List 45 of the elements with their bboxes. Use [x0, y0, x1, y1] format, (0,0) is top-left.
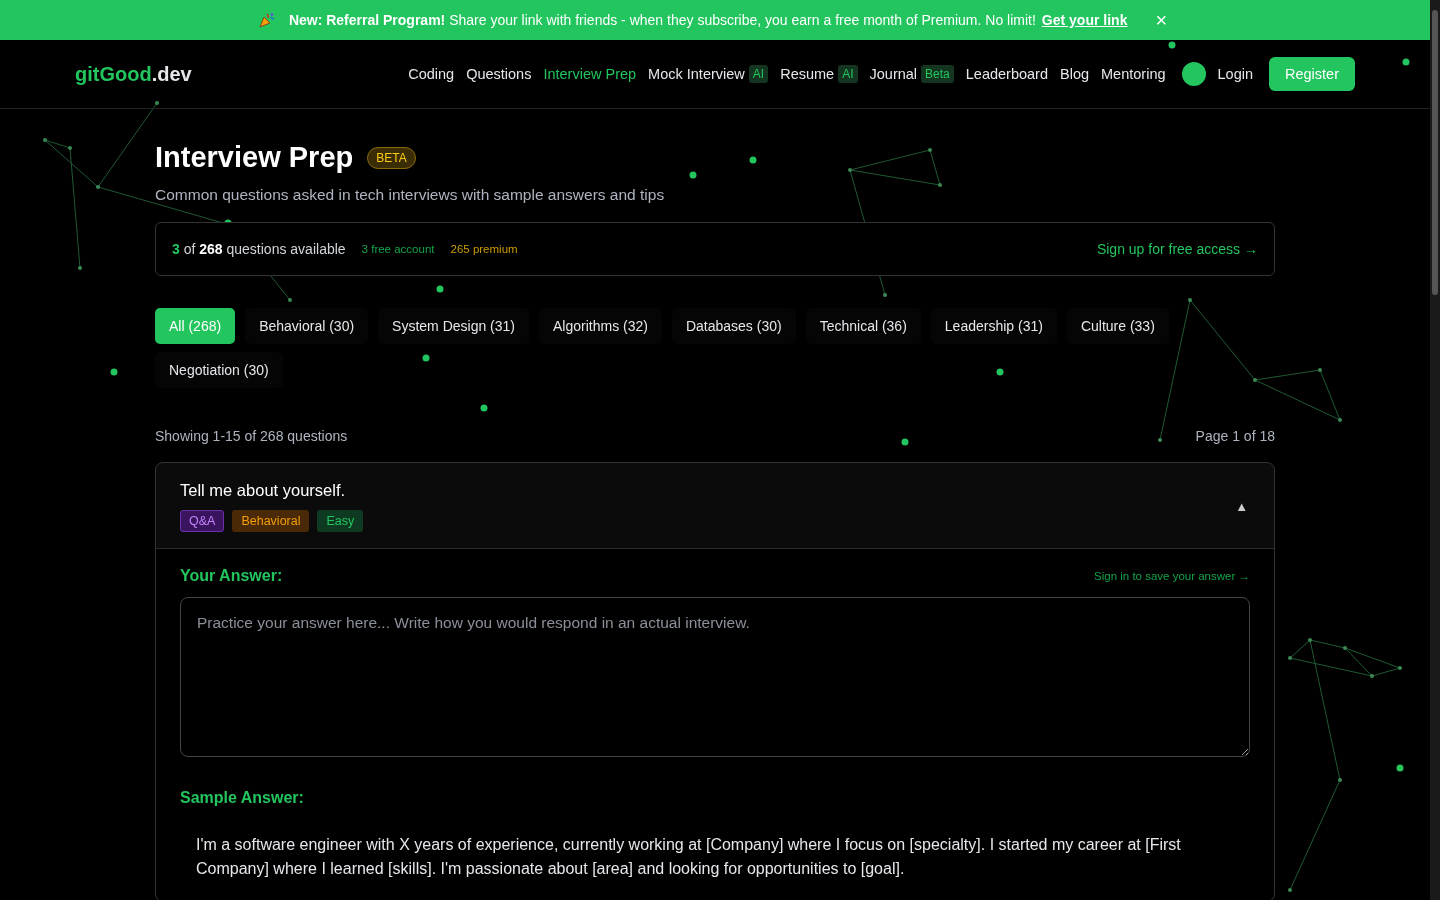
free-count-text: 3 free account — [361, 243, 435, 255]
nav-link[interactable]: Coding — [408, 66, 455, 82]
tag-badge: Easy — [317, 510, 364, 532]
nav-link[interactable]: Mock Interview — [648, 66, 745, 82]
category-tab[interactable]: Culture (33) — [1066, 308, 1169, 344]
login-link[interactable]: Login — [1217, 66, 1253, 82]
banner-message: New: Referral Program! Share your link with friends - when they subscribe, you earn a free month of Premium. No limit! — [288, 12, 1036, 28]
nav-badge: AI — [748, 65, 769, 83]
nav-link[interactable]: Interview Prep — [543, 66, 637, 82]
page-title: Interview Prep — [155, 141, 354, 174]
nav-link[interactable]: Resume — [780, 66, 835, 82]
scrollbar[interactable] — [1430, 0, 1440, 900]
nav-link[interactable]: Leaderboard — [965, 66, 1048, 82]
beta-badge: BETA — [367, 146, 416, 169]
category-tab[interactable]: Negotiation (30) — [155, 352, 283, 388]
answer-field[interactable]: Practice your answer here... Write how you would respond in an actual interview. — [180, 597, 1250, 757]
nav-link[interactable]: Questions — [466, 66, 532, 82]
tag-badge: Q&A — [180, 510, 225, 532]
page-subtitle: Common questions asked in tech interviews with sample answers and tips — [155, 186, 666, 204]
save-answer-link[interactable]: Sign in to save your answer → — [1094, 570, 1250, 582]
page-indicator: Page 1 of 18 — [1195, 428, 1275, 444]
questions-available-text: 3 of 268 questions available — [172, 241, 346, 257]
tag-badge: Behavioral — [232, 510, 310, 532]
nav-link[interactable]: Mentoring — [1101, 66, 1166, 82]
nav-badge: AI — [838, 65, 858, 83]
answer-label: Your Answer: — [180, 567, 283, 585]
collapse-toggle[interactable]: ▲ — [1233, 497, 1250, 516]
question-title: Tell me about yourself. — [180, 481, 347, 500]
signup-link[interactable]: Sign up for free access → — [1096, 241, 1258, 257]
sample-answer-label: Sample Answer: — [180, 789, 305, 807]
premium-count-text: 265 premium — [450, 243, 518, 255]
category-tab[interactable]: System Design (31) — [378, 308, 529, 344]
nav-badge: Beta — [921, 65, 954, 83]
category-tab[interactable]: Technical (36) — [805, 308, 921, 344]
avatar-icon[interactable] — [1181, 62, 1206, 86]
logo[interactable]: gitGood.dev — [75, 62, 192, 86]
sample-answer-text: I'm a software engineer with X years of experience, currently working at [Company] where I focus on [specialty]. I started my career at [First Company] where I learned [skills]. I'm passionate about [area] and looking for opportunities to [goal]. — [196, 835, 1182, 879]
category-tab[interactable]: Databases (30) — [671, 308, 796, 344]
nav-link[interactable]: Blog — [1060, 66, 1090, 82]
category-tab[interactable]: Behavioral (30) — [245, 308, 369, 344]
category-tab[interactable]: Algorithms (32) — [539, 308, 662, 344]
results-count: Showing 1-15 of 268 questions — [155, 428, 348, 444]
party-popper-icon — [258, 12, 275, 28]
category-tab[interactable]: Leadership (31) — [930, 308, 1057, 344]
nav-link[interactable]: Journal — [869, 66, 918, 82]
